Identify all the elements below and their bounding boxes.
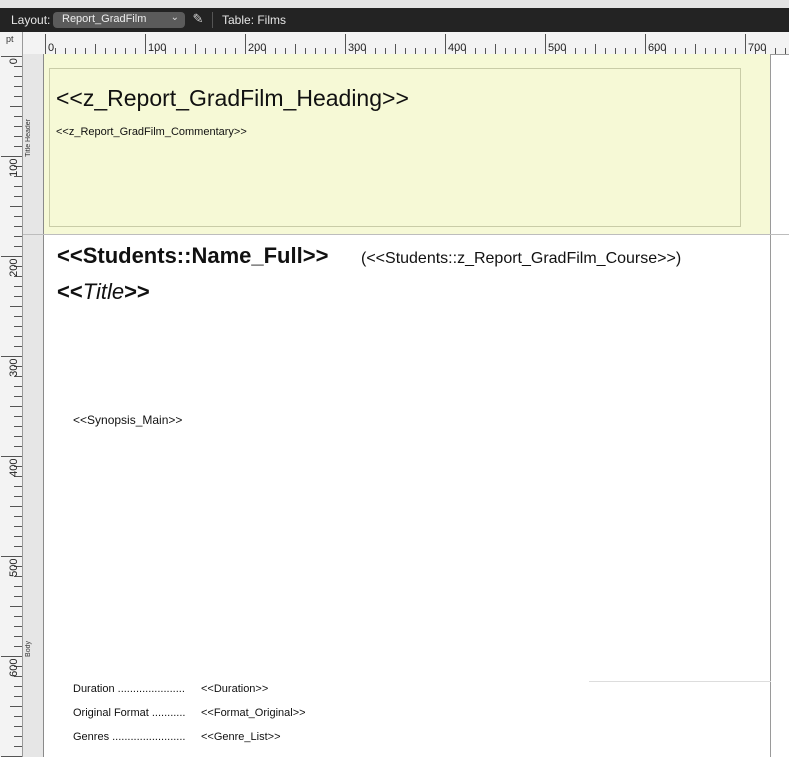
info-separator-line bbox=[589, 681, 771, 682]
genres-row[interactable]: Genres ........................ <<Genre_… bbox=[73, 731, 281, 743]
h-ruler-label: 600 bbox=[648, 42, 666, 54]
h-ruler-label: 0 bbox=[48, 42, 54, 54]
v-ruler-label: 200 bbox=[8, 259, 20, 277]
ruler-unit-label: pt bbox=[6, 34, 14, 44]
duration-label: Duration ...................... bbox=[73, 683, 185, 695]
student-name-field[interactable]: <<Students::Name_Full>> bbox=[57, 243, 328, 269]
duration-field[interactable]: <<Duration>> bbox=[201, 683, 268, 695]
genres-label: Genres ........................ bbox=[73, 731, 186, 743]
edit-layout-pencil-icon[interactable]: ✎ bbox=[190, 11, 206, 27]
film-title-field[interactable]: <<Title>> bbox=[57, 279, 150, 305]
duration-row[interactable]: Duration ...................... <<Durati… bbox=[73, 683, 268, 695]
title-header-part-label: Title Header bbox=[25, 119, 32, 157]
report-commentary-field[interactable]: <<z_Report_GradFilm_Commentary>> bbox=[56, 126, 247, 138]
h-ruler-label: 700 bbox=[748, 42, 766, 54]
ruler-unit-corner[interactable]: pt bbox=[0, 32, 23, 54]
horizontal-ruler-row: 0 100 200 300 400 500 600 700 pt bbox=[0, 32, 789, 55]
title-open-brackets: << bbox=[57, 279, 83, 304]
report-heading-field[interactable]: <<z_Report_GradFilm_Heading>> bbox=[56, 85, 409, 112]
table-label: Table: Films bbox=[222, 13, 287, 27]
genres-field[interactable]: <<Genre_List>> bbox=[201, 731, 281, 743]
title-header-part: <<z_Report_GradFilm_Heading>> <<z_Report… bbox=[44, 54, 771, 234]
title-header-part-bar[interactable]: Title Header bbox=[23, 54, 44, 234]
v-ruler-label: 100 bbox=[8, 159, 20, 177]
h-ruler-label: 200 bbox=[248, 42, 266, 54]
layout-dropdown[interactable]: Report_GradFilm ⌄ bbox=[53, 12, 185, 28]
original-format-label: Original Format ........... bbox=[73, 707, 186, 719]
vertical-ruler-svg: 0 100 200 300 400 500 600 bbox=[1, 56, 22, 757]
body-part-label: Body bbox=[25, 641, 32, 657]
synopsis-field[interactable]: <<Synopsis_Main>> bbox=[73, 413, 182, 427]
header-field-box[interactable]: <<z_Report_GradFilm_Heading>> <<z_Report… bbox=[49, 68, 741, 227]
layout-dropdown-value: Report_GradFilm bbox=[62, 13, 147, 25]
student-course-field[interactable]: (<<Students::z_Report_GradFilm_Course>>) bbox=[361, 250, 681, 268]
horizontal-ruler: 0 100 200 300 400 500 600 700 bbox=[45, 34, 786, 54]
body-part-bar[interactable]: Body bbox=[23, 235, 44, 757]
layout-label: Layout: bbox=[11, 13, 51, 27]
original-format-row[interactable]: Original Format ........... <<Format_Ori… bbox=[73, 707, 306, 719]
window-top-strip bbox=[0, 0, 789, 8]
h-ruler-label: 500 bbox=[548, 42, 566, 54]
title-field-name: Title bbox=[82, 279, 125, 304]
h-ruler-label: 400 bbox=[448, 42, 466, 54]
v-ruler-label: 600 bbox=[8, 659, 20, 677]
h-ruler-label: 300 bbox=[348, 42, 366, 54]
layout-toolbar: Layout: Report_GradFilm ⌄ ✎ Table: Films bbox=[0, 8, 789, 32]
vertical-ruler: 0 100 200 300 400 500 600 bbox=[0, 54, 23, 757]
v-ruler-label: 0 bbox=[8, 58, 20, 64]
original-format-field[interactable]: <<Format_Original>> bbox=[201, 707, 306, 719]
body-part: <<Students::Name_Full>> (<<Students::z_R… bbox=[44, 235, 771, 757]
toolbar-divider bbox=[212, 12, 213, 28]
v-ruler-label: 500 bbox=[8, 559, 20, 577]
v-ruler-label: 400 bbox=[8, 459, 20, 477]
chevron-down-icon: ⌄ bbox=[170, 12, 179, 23]
v-ruler-label: 300 bbox=[8, 359, 20, 377]
title-close-brackets: >> bbox=[124, 279, 150, 304]
h-ruler-label: 100 bbox=[148, 42, 166, 54]
